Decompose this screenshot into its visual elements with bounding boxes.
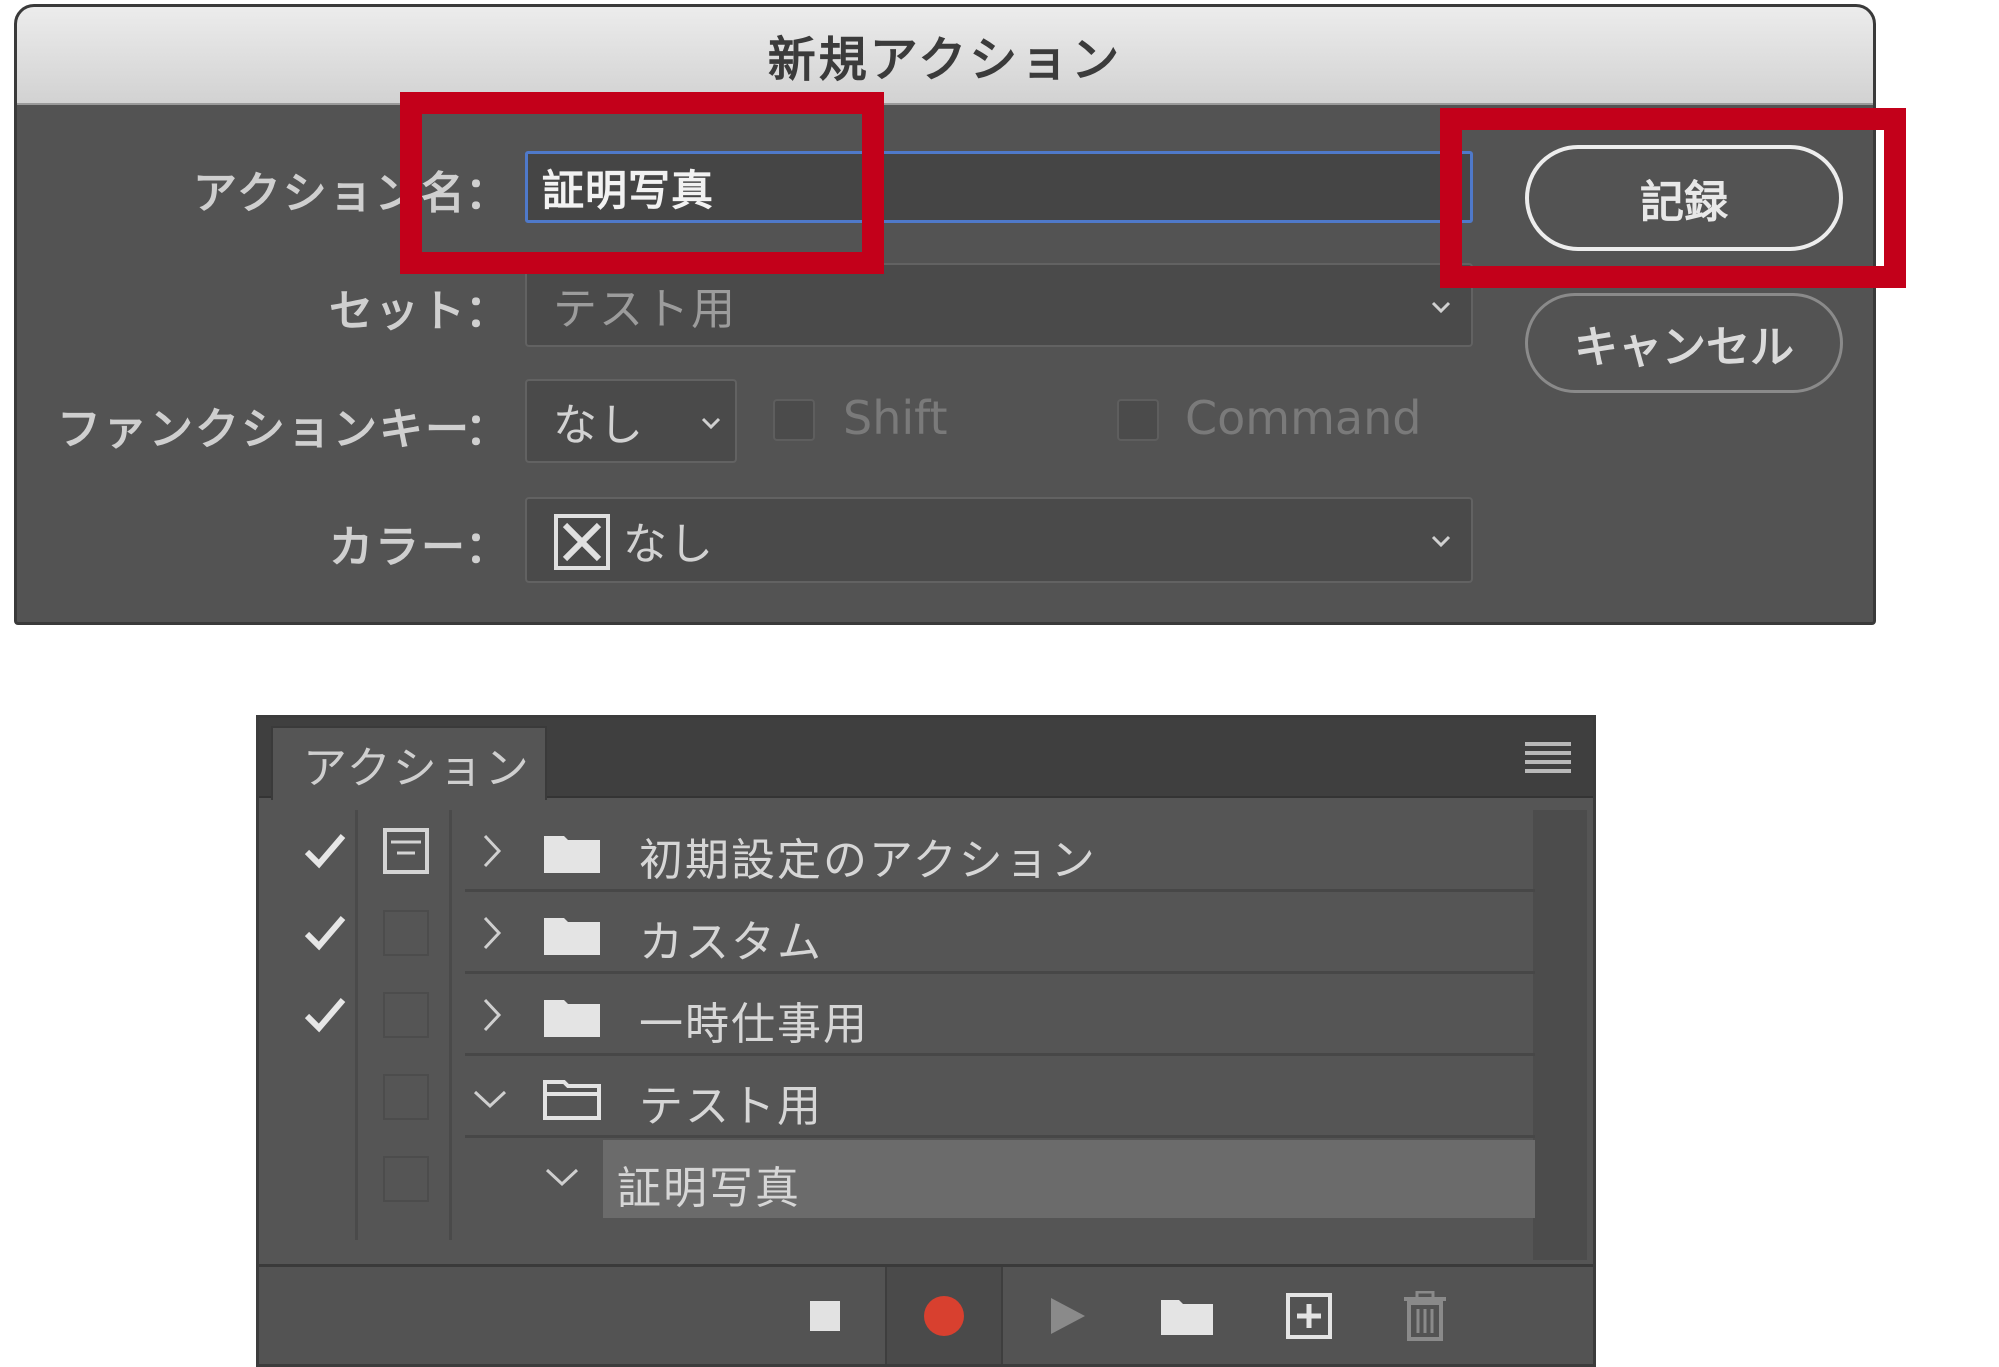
actions-panel: アクション 初期設定のアクション カスタム 一時仕事用 テスト用 証明写真 [256,715,1596,1367]
folder-icon [544,1000,600,1037]
command-label: Command [1185,391,1422,445]
play-button[interactable] [1017,1267,1117,1364]
no-color-icon [554,514,610,570]
shift-checkbox[interactable] [773,399,815,441]
trash-icon [1404,1290,1446,1341]
list-item[interactable]: テスト用 [269,1056,1535,1138]
list-item[interactable]: 一時仕事用 [269,974,1535,1056]
dialog-toggle[interactable] [383,992,429,1038]
panel-tabbar: アクション [259,718,1593,800]
set-label: セット [329,286,467,337]
checkmark-icon[interactable] [303,830,347,870]
panel-menu-icon[interactable] [1525,742,1571,776]
command-checkbox[interactable] [1117,399,1159,441]
stop-button[interactable] [775,1267,875,1364]
actions-list: 初期設定のアクション カスタム 一時仕事用 テスト用 証明写真 [269,810,1535,1260]
function-key-select-value: なし [553,400,645,451]
color-select[interactable]: なし [525,497,1473,583]
panel-footer [259,1264,1593,1364]
list-item[interactable]: カスタム [269,892,1535,974]
function-key-label: ファンクションキー [57,404,471,455]
chevron-right-icon[interactable] [475,998,509,1032]
chevron-down-icon [1431,535,1451,548]
chevron-down-icon [701,417,721,430]
chevron-down-icon[interactable] [473,1082,507,1116]
panel-scrollbar[interactable] [1533,810,1587,1260]
record-action-button[interactable] [885,1267,1003,1364]
new-action-button[interactable] [1259,1267,1359,1364]
stop-icon [810,1300,840,1331]
tab-actions[interactable]: アクション [271,726,547,800]
action-label: 証明写真 [617,1163,801,1214]
list-item-selected[interactable]: 証明写真 [269,1138,1535,1220]
action-set-label: カスタム [639,917,823,968]
new-action-icon [1286,1292,1332,1339]
folder-icon [1161,1299,1213,1335]
dialog-title: 新規アクション [767,32,1123,88]
checkmark-icon[interactable] [303,994,347,1034]
delete-button[interactable] [1375,1267,1475,1364]
open-folder-icon [543,1080,601,1120]
set-select[interactable]: テスト用 [525,263,1473,347]
chevron-down-icon[interactable] [545,1160,579,1194]
shift-label: Shift [843,391,948,445]
new-action-dialog: 新規アクション アクション名 ： セット ： テスト用 ファンクションキー ： … [14,4,1876,625]
checkmark-icon[interactable] [303,912,347,952]
chevron-right-icon[interactable] [475,834,509,868]
dialog-toggle[interactable] [383,910,429,956]
dialog-titlebar: 新規アクション [17,7,1873,105]
dialog-toggle[interactable] [383,1074,429,1120]
set-select-value: テスト用 [553,284,737,335]
chevron-right-icon[interactable] [475,916,509,950]
record-button-highlight [1440,108,1906,288]
cancel-button[interactable]: キャンセル [1525,293,1843,393]
action-set-label: テスト用 [639,1081,823,1132]
action-set-label: 一時仕事用 [639,999,869,1050]
function-key-select[interactable]: なし [525,379,737,463]
dialog-toggle[interactable] [383,828,429,874]
folder-icon [544,918,600,955]
action-set-label: 初期設定のアクション [639,835,1097,886]
new-set-button[interactable] [1137,1267,1237,1364]
dialog-toggle[interactable] [383,1156,429,1202]
list-item[interactable]: 初期設定のアクション [269,810,1535,892]
function-key-colon: ： [465,404,509,455]
name-field-highlight [400,92,884,274]
chevron-down-icon [1431,301,1451,314]
folder-icon [544,836,600,873]
color-label: カラー [329,522,467,573]
play-icon [1051,1297,1085,1334]
record-icon [924,1295,964,1336]
color-colon: ： [465,522,509,573]
dialog-toggle-icon [391,840,421,855]
set-colon: ： [465,286,509,337]
